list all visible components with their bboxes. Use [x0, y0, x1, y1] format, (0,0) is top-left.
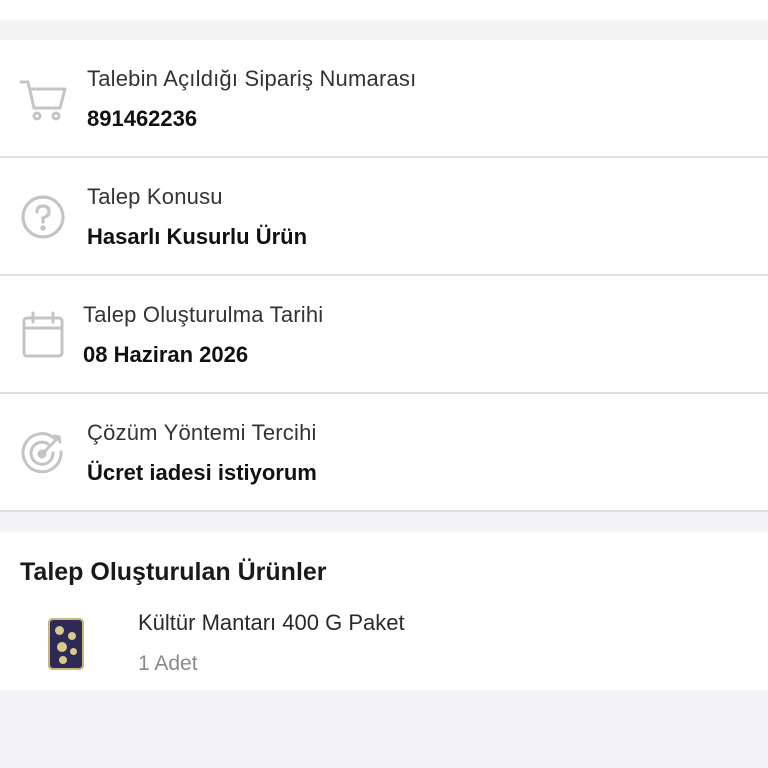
product-name: Kültür Mantarı 400 G Paket	[138, 610, 405, 635]
section-gap	[0, 512, 768, 532]
target-icon	[18, 428, 68, 478]
resolution-value: Ücret iadesi istiyorum	[87, 460, 317, 485]
shopping-cart-icon	[18, 74, 68, 124]
products-card: Talep Oluşturulan Ürünler Kültür Mantarı…	[0, 532, 768, 690]
created-date-value: 08 Haziran 2026	[83, 342, 249, 367]
created-date-row: Talep Oluşturulma Tarihi 08 Haziran 2026	[0, 276, 768, 394]
request-info-card: Talebin Açıldığı Sipariş Numarası 891462…	[0, 40, 768, 512]
resolution-label: Çözüm Yöntemi Tercihi	[87, 420, 317, 445]
order-number-label: Talebin Açıldığı Sipariş Numarası	[87, 66, 417, 91]
top-strip	[0, 0, 768, 20]
resolution-row: Çözüm Yöntemi Tercihi Ücret iadesi istiy…	[0, 394, 768, 512]
product-item[interactable]: Kültür Mantarı 400 G Paket 1 Adet	[0, 610, 768, 682]
calendar-icon	[18, 310, 68, 360]
product-image[interactable]	[48, 618, 84, 670]
subject-value: Hasarlı Kusurlu Ürün	[87, 224, 308, 249]
subject-label: Talep Konusu	[87, 184, 223, 209]
products-title: Talep Oluşturulan Ürünler	[20, 558, 327, 586]
created-date-label: Talep Oluşturulma Tarihi	[83, 302, 324, 327]
subject-row: Talep Konusu Hasarlı Kusurlu Ürün	[0, 158, 768, 276]
top-gap	[0, 20, 768, 40]
question-circle-icon	[18, 192, 68, 242]
order-number-value: 891462236	[87, 106, 198, 131]
product-quantity: 1 Adet	[138, 652, 198, 675]
order-number-row: Talebin Açıldığı Sipariş Numarası 891462…	[0, 40, 768, 158]
